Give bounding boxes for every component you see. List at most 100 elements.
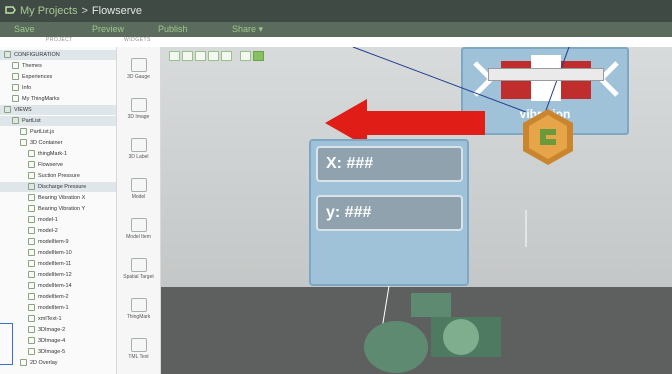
widget-label: Model Item bbox=[126, 234, 151, 240]
tree-item[interactable]: 3D Container bbox=[0, 138, 116, 148]
3d-canvas[interactable]: vibration X: ### y: ### bbox=[161, 47, 672, 374]
tree-node-icon bbox=[28, 249, 35, 257]
widget-label: 3D Label bbox=[128, 154, 149, 160]
tree-item-label: modelItem-10 bbox=[38, 250, 72, 256]
image-icon bbox=[130, 98, 147, 112]
tree-node-icon bbox=[12, 73, 19, 81]
widget-label: 3D Image bbox=[127, 114, 150, 120]
share-button[interactable]: Share ▾ bbox=[232, 24, 263, 35]
tree-node-icon bbox=[12, 62, 19, 70]
tree-item[interactable]: modelItem-12 bbox=[0, 270, 116, 280]
publish-button[interactable]: Publish bbox=[158, 24, 188, 34]
widget-tile[interactable]: Model Item bbox=[117, 215, 160, 249]
tree-node-icon bbox=[28, 172, 35, 180]
tree-item-label: thingMark-1 bbox=[38, 151, 68, 157]
tree-item-label: PartList.js bbox=[30, 129, 55, 135]
tree-node-icon bbox=[28, 260, 35, 268]
widget-tile[interactable]: 3D Label bbox=[117, 135, 160, 169]
tree-item[interactable]: modelItem-2 bbox=[0, 292, 116, 302]
widget-label: TML Text bbox=[128, 354, 149, 360]
tree-item[interactable]: 2D Overlay bbox=[0, 358, 116, 368]
widget-tile[interactable]: TML Text bbox=[117, 335, 160, 369]
preview-button[interactable]: Preview bbox=[92, 24, 124, 34]
tree-item-label: Flowserve bbox=[38, 162, 64, 168]
widgets-section-header: WIDGETS bbox=[124, 37, 151, 43]
tree-node-icon bbox=[12, 84, 19, 92]
tree-item-label: Bearing Vibration X bbox=[38, 195, 86, 201]
tree-item[interactable]: 3DImage-4 bbox=[0, 336, 116, 346]
tree-item[interactable]: PartList bbox=[0, 116, 116, 126]
tree-item-label: 3DImage-2 bbox=[38, 327, 66, 333]
tree-node-icon bbox=[28, 205, 35, 213]
tml-text-icon bbox=[130, 338, 147, 352]
tree-node-icon bbox=[20, 359, 27, 367]
widget-tile[interactable]: ThingMark bbox=[117, 295, 160, 329]
tree-item[interactable]: PartList.js bbox=[0, 127, 116, 137]
tree-node-icon bbox=[28, 315, 35, 323]
selection-frame bbox=[0, 323, 13, 365]
save-button[interactable]: Save bbox=[14, 24, 35, 34]
tree-item[interactable]: My ThingMarks bbox=[0, 94, 116, 104]
tree-item-label: xmlText-1 bbox=[38, 316, 62, 322]
tree-item-label: Info bbox=[22, 85, 32, 91]
tree-node-icon bbox=[28, 194, 35, 202]
tree-item[interactable]: modelItem-14 bbox=[0, 281, 116, 291]
tree-item[interactable]: modelItem-10 bbox=[0, 248, 116, 258]
tree-item[interactable]: Bearing Vibration X bbox=[0, 193, 116, 203]
widget-tile[interactable]: Model bbox=[117, 175, 160, 209]
tree-item-label: CONFIGURATION bbox=[14, 52, 60, 58]
tree-item[interactable]: xmlText-1 bbox=[0, 314, 116, 324]
tree-node-icon bbox=[20, 139, 27, 147]
app-logo-icon bbox=[4, 4, 17, 17]
tree-item[interactable]: Discharge Pressure bbox=[0, 182, 116, 192]
tree-item-label: VIEWS bbox=[14, 107, 32, 113]
tree-item[interactable]: Suction Pressure bbox=[0, 171, 116, 181]
tree-node-icon bbox=[28, 304, 35, 312]
tree-item[interactable]: model-2 bbox=[0, 226, 116, 236]
tree-item[interactable]: CONFIGURATION bbox=[0, 50, 116, 60]
breadcrumb-project: Flowserve bbox=[91, 5, 143, 17]
tree-item[interactable]: Experiences bbox=[0, 72, 116, 82]
widget-tile[interactable]: Spatial Target bbox=[117, 255, 160, 289]
widget-label: Model bbox=[131, 194, 146, 200]
tree-node-icon bbox=[12, 95, 19, 103]
widgets-panel: 3D Gauge 3D Image 3D Label Model Model Item S… bbox=[117, 47, 161, 374]
tree-item-label: 2D Overlay bbox=[30, 360, 58, 366]
widget-tile[interactable]: 3D Gauge bbox=[117, 55, 160, 89]
tree-item[interactable]: modelItem-9 bbox=[0, 237, 116, 247]
pump-model[interactable] bbox=[361, 287, 531, 374]
widget-label: 3D Gauge bbox=[127, 74, 150, 80]
tree-item-label: Suction Pressure bbox=[38, 173, 80, 179]
widget-tile[interactable]: 3D Image bbox=[117, 95, 160, 129]
tree-item[interactable]: modelItem-1 bbox=[0, 303, 116, 313]
tree-item-label: modelItem-2 bbox=[38, 294, 69, 300]
breadcrumb: My Projects > Flowserve bbox=[20, 5, 142, 17]
tree-item-label: modelItem-11 bbox=[38, 261, 72, 267]
thingmark-hex-icon[interactable] bbox=[523, 109, 573, 165]
tree-node-icon bbox=[28, 326, 35, 334]
tree-item-label: modelItem-9 bbox=[38, 239, 69, 245]
tree-item[interactable]: model-1 bbox=[0, 215, 116, 225]
tree-item[interactable]: Flowserve bbox=[0, 160, 116, 170]
breadcrumb-root-link[interactable]: My Projects bbox=[20, 5, 77, 17]
tree-item[interactable]: modelItem-11 bbox=[0, 259, 116, 269]
tree-item-label: PartList bbox=[22, 118, 41, 124]
tree-item-label: modelItem-12 bbox=[38, 272, 72, 278]
tree-item[interactable]: Bearing Vibration Y bbox=[0, 204, 116, 214]
tree-item-label: 3DImage-5 bbox=[38, 349, 66, 355]
tree-item[interactable]: Themes bbox=[0, 61, 116, 71]
tree-node-icon bbox=[28, 282, 35, 290]
tree-item[interactable]: 3DImage-2 bbox=[0, 325, 116, 335]
tree-item-label: Themes bbox=[22, 63, 42, 69]
tree-node-icon bbox=[28, 216, 35, 224]
tree-item[interactable]: VIEWS bbox=[0, 105, 116, 115]
tree-item-label: model-2 bbox=[38, 228, 58, 234]
tree-item[interactable]: 3DImage-5 bbox=[0, 347, 116, 357]
tree-node-icon bbox=[4, 51, 11, 59]
thingmark-icon bbox=[130, 298, 147, 312]
tree-item[interactable]: Info bbox=[0, 83, 116, 93]
tree-item[interactable]: thingMark-1 bbox=[0, 149, 116, 159]
tree-item-label: Bearing Vibration Y bbox=[38, 206, 86, 212]
tree-item-label: Experiences bbox=[22, 74, 53, 80]
breadcrumb-separator: > bbox=[81, 5, 88, 17]
